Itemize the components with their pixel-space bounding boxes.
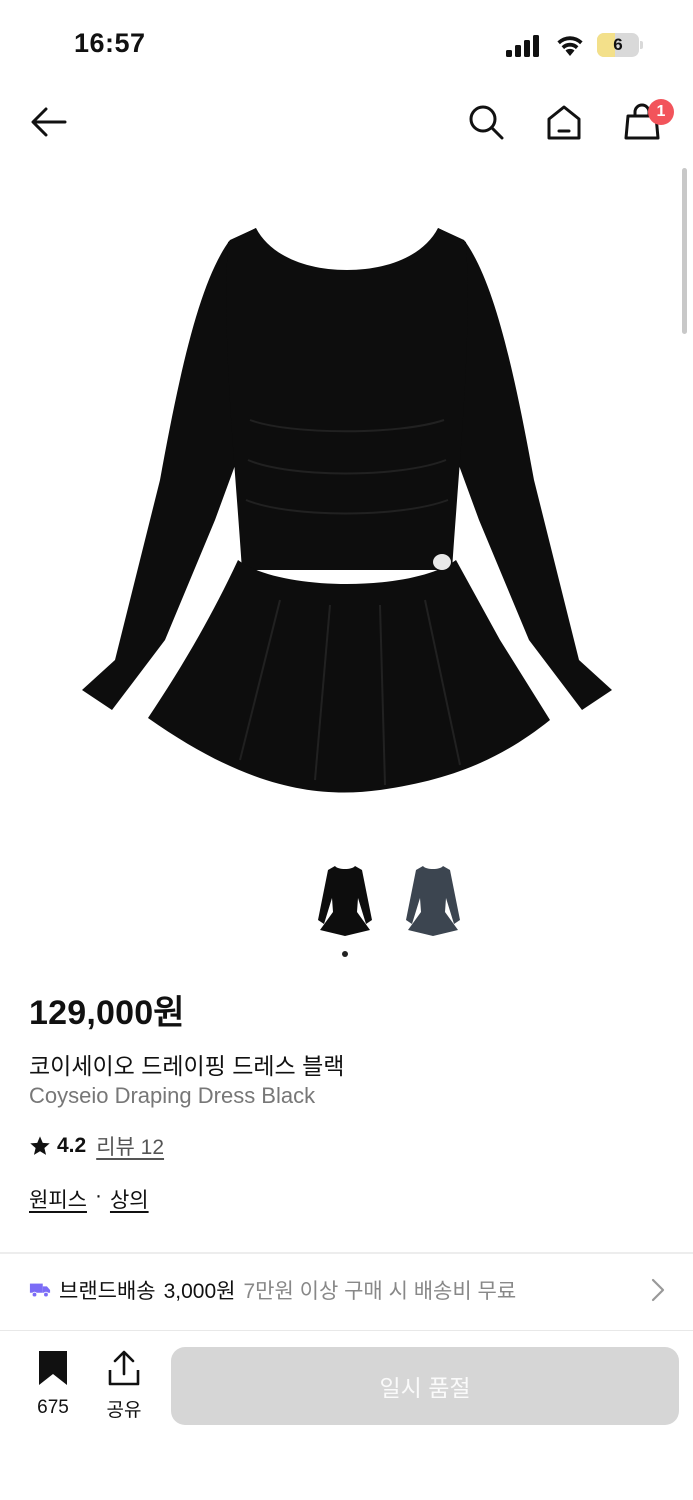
thumbnail-charcoal[interactable] — [398, 862, 468, 942]
battery-level: 6 — [613, 35, 623, 54]
thumbnail-black[interactable] — [310, 862, 380, 942]
back-arrow-icon — [31, 107, 67, 137]
section-divider — [0, 1252, 693, 1254]
review-link[interactable]: 리뷰 12 — [96, 1131, 164, 1161]
thumbnail-strip — [310, 862, 480, 942]
shipping-free-note: 7만원 이상 구매 시 배송비 무료 — [243, 1280, 517, 1303]
wifi-icon — [557, 36, 583, 56]
sold-out-button[interactable]: 일시 품절 — [171, 1347, 679, 1425]
category-link-top[interactable]: 상의 — [110, 1184, 149, 1214]
status-time: 16:57 — [74, 28, 146, 58]
bookmark-count: 675 — [37, 1397, 69, 1418]
carousel-indicator — [342, 951, 352, 961]
chevron-right-icon — [651, 1278, 665, 1302]
shipping-brand-label: 브랜드배송 — [59, 1280, 156, 1303]
star-icon — [30, 1136, 50, 1155]
bookmark-button[interactable]: 675 — [28, 1350, 78, 1422]
carousel-dot-active — [342, 951, 348, 957]
category-link-dress[interactable]: 원피스 — [29, 1184, 87, 1214]
product-price: 129,000원 — [29, 994, 185, 1032]
product-image-dress[interactable] — [80, 220, 614, 800]
battery-icon: 6 — [597, 33, 645, 57]
bookmark-icon — [39, 1351, 67, 1385]
home-button[interactable] — [542, 100, 586, 144]
cart-count-badge: 1 — [648, 99, 674, 125]
share-label: 공유 — [106, 1400, 142, 1421]
rating-row: 4.2 리뷰 12 — [29, 1131, 164, 1161]
home-icon — [547, 105, 581, 140]
signal-icon — [506, 35, 539, 57]
truck-icon — [29, 1283, 51, 1298]
shipping-fee: 3,000원 — [163, 1280, 236, 1303]
category-links: 원피스 · 상의 — [29, 1184, 149, 1214]
category-separator: · — [94, 1184, 102, 1207]
search-button[interactable] — [464, 100, 508, 144]
product-name-english: Coyseio Draping Dress Black — [29, 1083, 316, 1108]
search-icon — [469, 105, 504, 140]
share-button[interactable]: 공유 — [101, 1350, 147, 1422]
bottom-bar-divider — [0, 1330, 693, 1331]
scrollbar[interactable] — [682, 168, 687, 334]
share-icon — [108, 1350, 140, 1386]
rating-value: 4.2 — [57, 1134, 87, 1157]
back-button[interactable] — [27, 100, 71, 144]
shipping-info-row[interactable]: 브랜드배송 3,000원 7만원 이상 구매 시 배송비 무료 — [29, 1262, 669, 1318]
product-name-korean: 코이세이오 드레이핑 드레스 블랙 — [29, 1053, 345, 1079]
